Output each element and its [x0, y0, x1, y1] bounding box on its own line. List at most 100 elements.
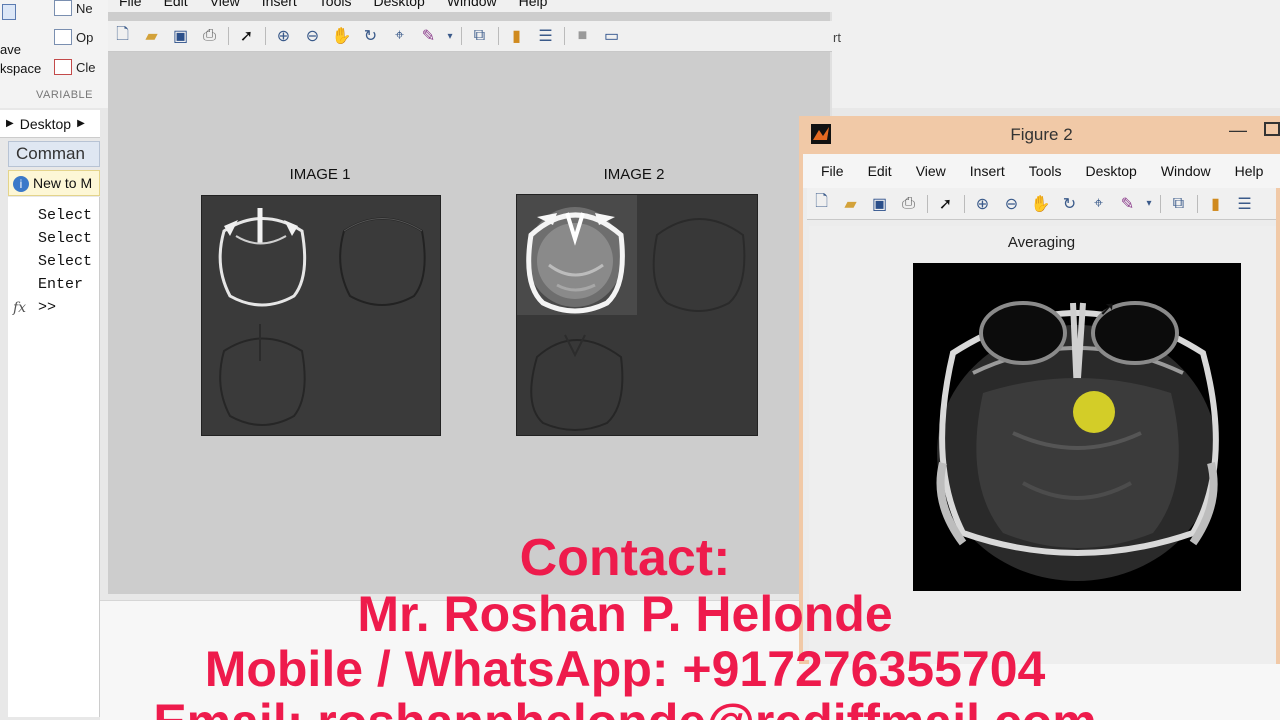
command-line: Select — [38, 230, 93, 247]
image-2-axes[interactable] — [516, 194, 758, 436]
rotate-3d-icon[interactable]: ↻ — [1055, 191, 1084, 217]
figure-2-title: Figure 2 — [1010, 125, 1073, 144]
menu-insert[interactable]: Insert — [958, 160, 1017, 182]
new-variable-button[interactable]: Ne — [54, 0, 93, 16]
command-prompt[interactable]: >> — [38, 299, 56, 316]
figure-1-toolbar: 🗋 ▰ ▣ ⎙ ➚ ⊕ ⊖ ✋ ↻ ⌖ ✎ ▾ ⧉ ▮ ☰ ■ ▭ — [108, 21, 832, 52]
pan-hand-icon[interactable]: ✋ — [327, 23, 356, 49]
eraser-icon — [54, 59, 72, 75]
save-icon[interactable]: ▣ — [166, 23, 195, 49]
open-variable-button[interactable]: Op — [54, 29, 93, 45]
toolbar-separator — [1156, 191, 1164, 217]
open-file-icon[interactable]: ▰ — [137, 23, 166, 49]
toolbar-separator — [494, 23, 502, 49]
data-cursor-icon[interactable]: ⌖ — [1084, 191, 1113, 217]
save-workspace-icon[interactable] — [0, 0, 20, 30]
menu-view[interactable]: View — [199, 0, 251, 12]
menu-help[interactable]: Help — [508, 0, 559, 12]
toolstrip-right-area — [830, 0, 1280, 108]
print-icon[interactable]: ⎙ — [894, 191, 923, 217]
address-arrow-icon[interactable]: ▶ — [0, 118, 20, 129]
mouse-pointer-icon: ➚ — [1099, 298, 1116, 320]
address-desktop[interactable]: Desktop — [20, 116, 71, 132]
menu-edit[interactable]: Edit — [153, 0, 199, 12]
contact-name: Mr. Roshan P. Helonde — [357, 586, 893, 642]
print-icon[interactable]: ⎙ — [195, 23, 224, 49]
save-icon[interactable]: ▣ — [865, 191, 894, 217]
toolbar-separator — [560, 23, 568, 49]
figure-1-window: File Edit View Insert Tools Desktop Wind… — [108, 0, 832, 594]
contact-heading: Contact: — [519, 529, 731, 587]
hide-plot-tools-icon[interactable]: ■ — [568, 23, 597, 49]
menu-file[interactable]: File — [803, 160, 856, 182]
menu-view[interactable]: View — [904, 160, 958, 182]
toolbar-separator — [1193, 191, 1201, 217]
toolbar-separator — [224, 23, 232, 49]
pointer-icon[interactable]: ➚ — [232, 23, 261, 49]
brush-dropdown-icon[interactable]: ▾ — [443, 23, 457, 49]
image-1-axes[interactable] — [201, 195, 441, 436]
new-file-icon[interactable]: 🗋 — [108, 23, 137, 49]
command-line: Select — [38, 253, 93, 270]
maximize-icon[interactable] — [1264, 122, 1280, 136]
menu-tools[interactable]: Tools — [1017, 160, 1074, 182]
menu-desktop[interactable]: Desktop — [1073, 160, 1148, 182]
menu-desktop[interactable]: Desktop — [362, 0, 435, 12]
brush-icon[interactable]: ✎ — [414, 23, 443, 49]
zoom-in-icon[interactable]: ⊕ — [269, 23, 298, 49]
menu-file[interactable]: File — [108, 0, 153, 12]
brush-dropdown-icon[interactable]: ▾ — [1142, 191, 1156, 217]
save-workspace-label-1[interactable]: ave — [0, 42, 21, 57]
menu-insert[interactable]: Insert — [251, 0, 308, 12]
legend-icon[interactable]: ☰ — [1230, 191, 1259, 217]
address-chevron-icon[interactable]: ▶ — [71, 118, 85, 129]
function-browser-icon[interactable]: fx — [13, 300, 26, 316]
link-plot-icon[interactable]: ⧉ — [1164, 191, 1193, 217]
colorbar-icon[interactable]: ▮ — [502, 23, 531, 49]
menu-help[interactable]: Help — [1223, 160, 1276, 182]
colorbar-icon[interactable]: ▮ — [1201, 191, 1230, 217]
data-cursor-icon[interactable]: ⌖ — [385, 23, 414, 49]
menu-window[interactable]: Window — [1149, 160, 1223, 182]
figure-1-menubar: File Edit View Insert Tools Desktop Wind… — [108, 0, 832, 12]
legend-icon[interactable]: ☰ — [531, 23, 560, 49]
command-line: Select — [38, 207, 93, 224]
address-bar[interactable]: ▶ Desktop ▶ — [0, 110, 100, 138]
clear-workspace-button[interactable]: Cle — [54, 59, 96, 75]
axes-title-image-1: IMAGE 1 — [289, 166, 351, 183]
new-file-icon[interactable]: 🗋 — [807, 191, 836, 217]
zoom-out-icon[interactable]: ⊖ — [997, 191, 1026, 217]
cursor-highlight — [1073, 391, 1115, 433]
toolbar-separator — [261, 23, 269, 49]
zoom-out-icon[interactable]: ⊖ — [298, 23, 327, 49]
new-to-matlab-banner[interactable]: i New to M — [8, 170, 100, 196]
contact-phone: Mobile / WhatsApp: +917276355704 — [204, 641, 1046, 697]
menu-tools[interactable]: Tools — [308, 0, 363, 12]
link-plot-icon[interactable]: ⧉ — [465, 23, 494, 49]
menu-edit[interactable]: Edit — [856, 160, 904, 182]
info-icon: i — [13, 176, 29, 192]
pointer-icon[interactable]: ➚ — [931, 191, 960, 217]
figure-2-menubar: File Edit View Insert Tools Desktop Wind… — [803, 154, 1280, 188]
open-file-icon[interactable]: ▰ — [836, 191, 865, 217]
axes-title-averaging: Averaging — [1007, 234, 1076, 251]
zoom-in-icon[interactable]: ⊕ — [968, 191, 997, 217]
image-2-wavelet-subbands — [517, 195, 757, 435]
minimize-icon[interactable]: — — [1229, 120, 1247, 141]
toolstrip-right-fragment[interactable]: rt — [833, 30, 841, 45]
rotate-3d-icon[interactable]: ↻ — [356, 23, 385, 49]
brush-icon[interactable]: ✎ — [1113, 191, 1142, 217]
toolbar-separator — [457, 23, 465, 49]
figure-2-toolbar: 🗋 ▰ ▣ ⎙ ➚ ⊕ ⊖ ✋ ↻ ⌖ ✎ ▾ ⧉ ▮ ☰ — [807, 188, 1276, 220]
command-window-title[interactable]: Comman — [8, 141, 100, 167]
new-icon — [54, 0, 72, 16]
menu-window[interactable]: Window — [436, 0, 508, 12]
pan-hand-icon[interactable]: ✋ — [1026, 191, 1055, 217]
command-line: Enter — [38, 276, 84, 293]
show-plot-tools-icon[interactable]: ▭ — [597, 23, 626, 49]
variable-section-label: VARIABLE — [36, 89, 93, 101]
save-workspace-label-2[interactable]: kspace — [0, 61, 41, 76]
contact-email: Email: roshanphelonde@rediffmail.com — [0, 693, 1265, 720]
image-1-wavelet-subbands — [202, 196, 440, 435]
toolbar-separator — [923, 191, 931, 217]
